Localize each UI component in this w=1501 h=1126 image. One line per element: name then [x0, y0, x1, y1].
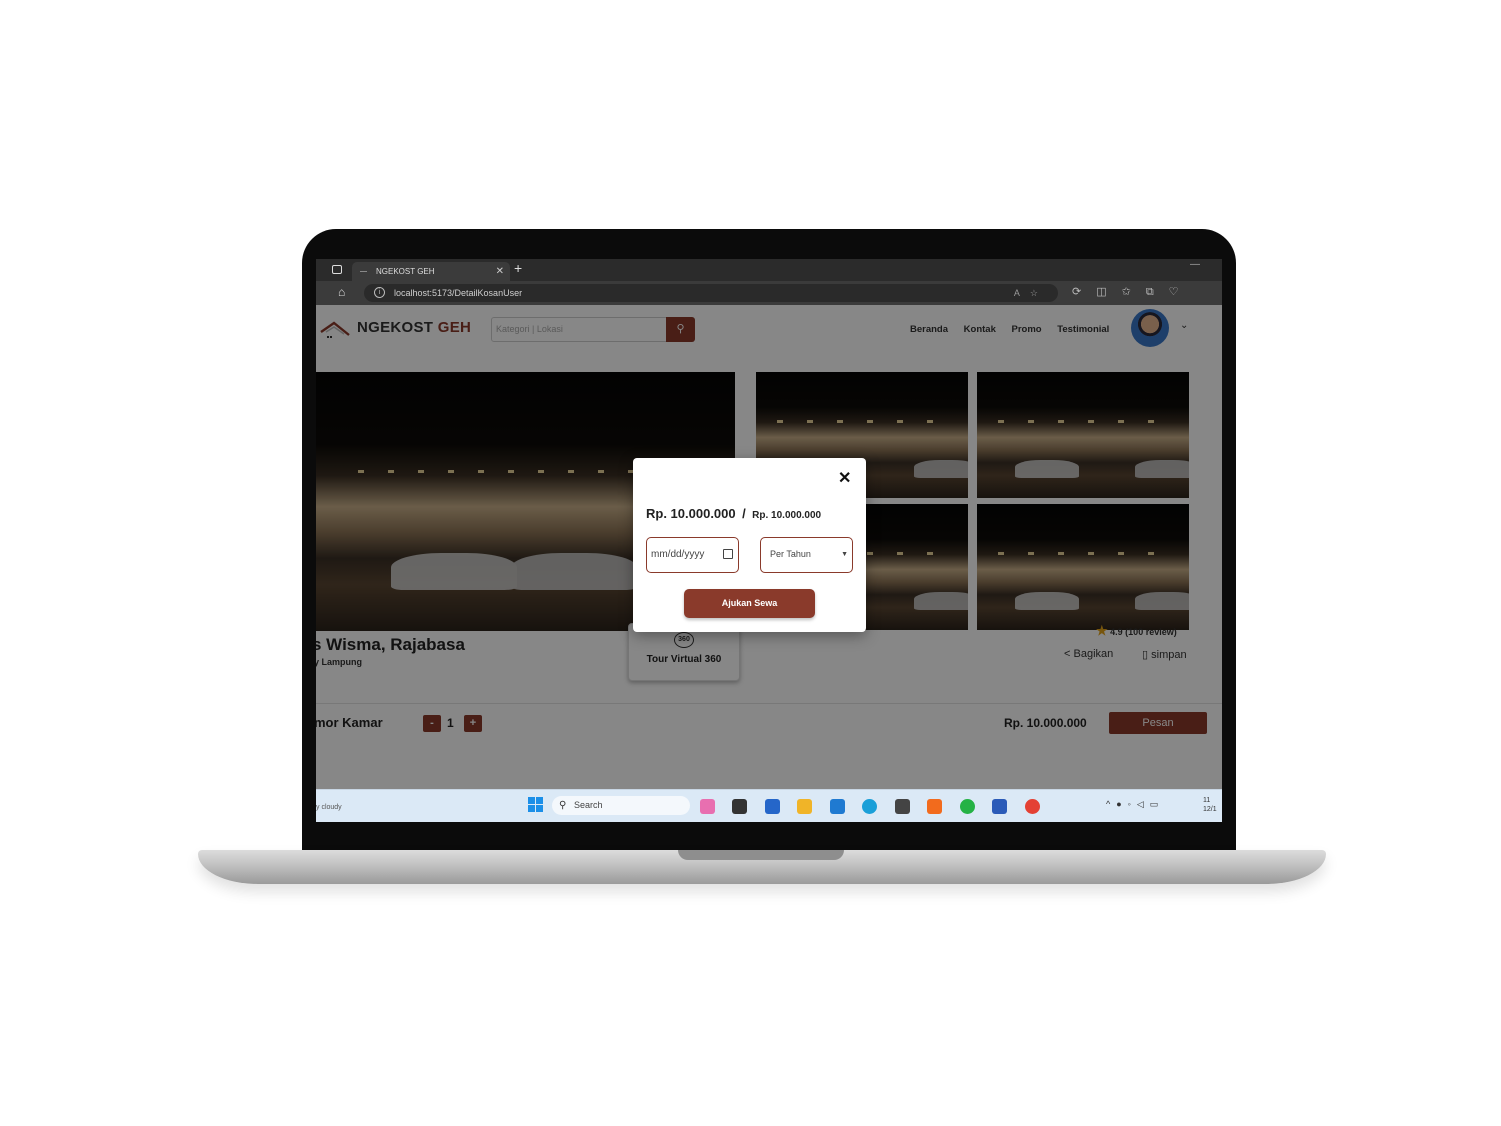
start-date-input[interactable]: mm/dd/yyyy: [646, 537, 739, 573]
minimize-icon[interactable]: —: [1190, 259, 1200, 270]
xampp-icon[interactable]: [927, 799, 943, 814]
browser-tab[interactable]: NGEKOST GEH ✕: [352, 262, 510, 281]
browser-toolbar-icons[interactable]: ⟳◫✩⧉♡: [1072, 285, 1194, 299]
browser-address-bar: ⌂ i localhost:5173/DetailKosanUser A☆ ⟳◫…: [316, 281, 1222, 305]
task-view-icon[interactable]: [732, 799, 748, 814]
submit-rent-button[interactable]: Ajukan Sewa: [684, 589, 815, 618]
modal-price-separator: /: [742, 506, 746, 521]
whatsapp-icon[interactable]: [959, 799, 975, 814]
tab-close-icon[interactable]: ✕: [496, 262, 504, 281]
calendar-icon[interactable]: [723, 549, 733, 559]
chrome-icon[interactable]: [1024, 799, 1040, 814]
date-placeholder: mm/dd/yyyy: [651, 549, 705, 560]
new-tab-icon[interactable]: +: [514, 260, 522, 276]
period-selected-value: Per Tahun: [770, 549, 811, 559]
url-field[interactable]: i localhost:5173/DetailKosanUser A☆: [364, 284, 1058, 302]
word-icon[interactable]: [992, 799, 1008, 814]
edge-icon[interactable]: [862, 799, 878, 814]
taskbar-search[interactable]: ⚲ Search: [552, 796, 690, 815]
clock-time: 11: [1203, 797, 1211, 804]
weather-widget[interactable]: y cloudy: [316, 804, 342, 811]
app-icon[interactable]: [894, 799, 910, 814]
close-icon[interactable]: ✕: [838, 468, 851, 488]
tab-favicon-icon: [360, 271, 367, 272]
modal-price-main: Rp. 10.000.000: [646, 506, 736, 521]
stage: NGEKOST GEH ✕ + — ⌂ i localhost:5173/Det…: [0, 0, 1501, 1126]
chevron-down-icon: ▼: [841, 551, 848, 558]
laptop-screen: NGEKOST GEH ✕ + — ⌂ i localhost:5173/Det…: [316, 259, 1222, 822]
url-text: localhost:5173/DetailKosanUser: [394, 288, 523, 298]
windows-start-icon[interactable]: [528, 797, 543, 812]
read-aloud-favorite-icons[interactable]: A☆: [1014, 284, 1048, 302]
taskbar-clock[interactable]: 11 12/1: [1203, 796, 1217, 814]
laptop-notch: [678, 850, 844, 860]
site-info-icon[interactable]: i: [374, 287, 385, 298]
search-icon: ⚲: [559, 800, 567, 811]
system-tray-icons[interactable]: ^●◦◁▭: [1106, 799, 1164, 810]
home-icon[interactable]: ⌂: [338, 285, 345, 299]
vscode-icon[interactable]: [829, 799, 845, 814]
taskbar-search-label: Search: [574, 800, 603, 810]
store-icon[interactable]: [764, 799, 780, 814]
file-explorer-icon[interactable]: [797, 799, 813, 814]
period-select[interactable]: Per Tahun ▼: [760, 537, 853, 573]
tab-title: NGEKOST GEH: [376, 267, 435, 276]
browser-tab-bar: NGEKOST GEH ✕ + —: [316, 259, 1222, 281]
rent-modal: ✕ Rp. 10.000.000 / Rp. 10.000.000 mm/dd/…: [633, 458, 866, 632]
window-menu-icon[interactable]: [332, 265, 342, 274]
windows-taskbar: y cloudy ⚲ Search ^●◦◁▭ 11 12/1: [316, 789, 1222, 822]
copilot-icon[interactable]: [700, 799, 715, 814]
modal-price-sub: Rp. 10.000.000: [752, 510, 822, 521]
clock-date: 12/1: [1203, 806, 1217, 813]
taskbar-apps: [700, 799, 1053, 817]
modal-price: Rp. 10.000.000 / Rp. 10.000.000: [646, 505, 821, 523]
